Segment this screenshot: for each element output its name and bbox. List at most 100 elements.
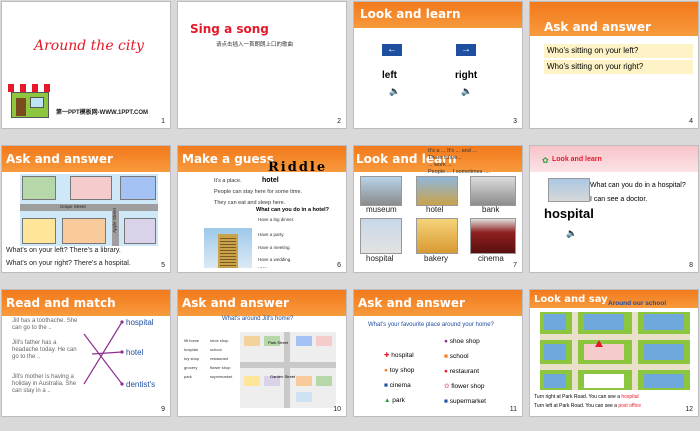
slide-thumbnail-3[interactable]: Look and learn ← → left right 🔈 🔈 3 bbox=[354, 2, 522, 128]
school-icon: ■ bbox=[444, 353, 448, 360]
label-cinema: cinema bbox=[478, 254, 504, 263]
shop-illustration bbox=[8, 84, 50, 118]
answer-hotel: hotel bbox=[262, 177, 279, 184]
clue-2: People can stay here for some time. bbox=[214, 189, 303, 195]
highlight-hospital: hospital bbox=[621, 394, 639, 400]
speaker-icon: 🔈 bbox=[566, 228, 578, 238]
park-icon: ▲ bbox=[384, 397, 391, 404]
legend-item: grocery bbox=[184, 365, 198, 370]
word-hospital: hospital bbox=[544, 206, 594, 221]
flower-icon: ✿ bbox=[542, 156, 549, 165]
right-arrow-icon: → bbox=[456, 44, 476, 56]
answer-1: Have a big dinner. bbox=[258, 217, 295, 222]
highlight-post-office: post office bbox=[618, 403, 642, 409]
street-label: Grape Street bbox=[60, 204, 86, 209]
slide-thumbnail-4[interactable]: Ask and answer Who's sitting on your lef… bbox=[530, 2, 698, 128]
street-map bbox=[20, 174, 158, 246]
map-subtitle: Around our school bbox=[608, 300, 667, 307]
direction-text: Turn right at Park Road. You can see a bbox=[534, 394, 622, 400]
speaker-icon: 🔈 bbox=[461, 86, 473, 96]
slide-number: 7 bbox=[513, 262, 517, 269]
slide-thumbnail-8[interactable]: ✿ Look and learn What can you do in a ho… bbox=[530, 146, 698, 272]
riddle-heading: Riddle bbox=[268, 160, 328, 175]
slide-number: 9 bbox=[161, 406, 165, 413]
slide-title: Ask and answer bbox=[6, 152, 113, 166]
slide-thumbnail-2[interactable]: Sing a song 请点击插入一首朗朗上口的歌曲 2 bbox=[178, 2, 346, 128]
legend-item: shoe shop bbox=[210, 338, 229, 343]
toy-icon: ● bbox=[384, 367, 388, 374]
legend-item: lift home bbox=[184, 338, 200, 343]
slide-thumbnail-1[interactable]: Around the city 第一PPT模板网-WWW.1PPT.COM 1 bbox=[2, 2, 170, 128]
question-2: Who's sitting on your right? bbox=[544, 60, 693, 74]
legend-item: restaurant bbox=[210, 356, 229, 361]
school-map bbox=[540, 312, 690, 390]
slide-number: 8 bbox=[689, 262, 693, 269]
prompt-4: People ... I sometimes .... bbox=[428, 169, 491, 175]
slide-title: Ask and answer bbox=[358, 296, 465, 310]
slide-number: 4 bbox=[689, 118, 693, 125]
slide-number: 5 bbox=[161, 262, 165, 269]
label-hotel: hotel bbox=[426, 205, 444, 214]
hospital-icon: ✚ bbox=[384, 352, 390, 359]
word-dentists: dentist's bbox=[126, 380, 156, 389]
restaurant-icon: ● bbox=[444, 368, 448, 375]
prompt-1: It's a ... It's ... and ... bbox=[428, 148, 477, 154]
slide-thumbnail-7[interactable]: Look and learn It's a ... It's ... and .… bbox=[354, 146, 522, 272]
direction-text: Turn left at Park Road. You can see a bbox=[534, 403, 619, 409]
slide-number: 1 bbox=[161, 118, 165, 125]
shoe-icon: ● bbox=[444, 338, 448, 345]
place-item: supermarket bbox=[449, 398, 486, 405]
slide-number: 3 bbox=[513, 118, 517, 125]
slide-title: Look and learn bbox=[552, 156, 602, 163]
legend-item: hospital bbox=[184, 347, 198, 352]
place-item: restaurant bbox=[449, 368, 480, 375]
place-column-1: ✚ hospital ● toy shop ■ cinema ▲ park bbox=[384, 348, 414, 408]
slide-thumbnail-10[interactable]: Ask and answer What's around Jill's home… bbox=[178, 290, 346, 416]
cinema-photo bbox=[470, 218, 516, 254]
slide-number: 10 bbox=[333, 406, 341, 413]
answer-ellipsis: ...... bbox=[258, 264, 268, 270]
place-item: shoe shop bbox=[449, 338, 480, 345]
slide-thumbnail-5[interactable]: Ask and answer Grape Street Apple Street… bbox=[2, 146, 170, 272]
map-question: What's around Jill's home? bbox=[222, 316, 294, 322]
site-label: 第一PPT模板网-WWW.1PPT.COM bbox=[56, 110, 148, 116]
prompt-3: ... work ... bbox=[428, 162, 452, 168]
word-hospital: hospital bbox=[126, 318, 154, 327]
slide-number: 6 bbox=[337, 262, 341, 269]
legend-item: supermarket bbox=[210, 374, 233, 379]
slide-thumbnail-6[interactable]: Make a guess Riddle hotel It's a place. … bbox=[178, 146, 346, 272]
hotel-question: What can you do in a hotel? bbox=[256, 207, 330, 213]
museum-photo bbox=[360, 176, 402, 206]
label-hospital: hospital bbox=[366, 254, 394, 263]
slide-thumbnail-12[interactable]: Look and say Around our school Turn righ… bbox=[530, 290, 698, 416]
hospital-photo bbox=[548, 178, 590, 202]
legend-list-2: shoe shop school restaurant flower shop … bbox=[210, 336, 232, 381]
word-left: left bbox=[382, 70, 397, 81]
slide-thumbnail-11[interactable]: Ask and answer What's your favourite pla… bbox=[354, 290, 522, 416]
direction-line-2: Turn left at Park Road. You can see a po… bbox=[534, 403, 641, 409]
match-lines bbox=[83, 320, 124, 386]
clue-1: It's a place. bbox=[214, 178, 242, 184]
word-hotel: hotel bbox=[126, 348, 144, 357]
label-museum: museum bbox=[366, 205, 397, 214]
slide-title: Ask and answer bbox=[182, 296, 289, 310]
slide-thumbnail-9[interactable]: Read and match Jill has a toothache. She… bbox=[2, 290, 170, 416]
slide-sorter: Around the city 第一PPT模板网-WWW.1PPT.COM 1 … bbox=[0, 0, 700, 431]
word-right: right bbox=[455, 70, 478, 81]
slide-subtitle: 请点击插入一首朗朗上口的歌曲 bbox=[216, 42, 294, 48]
slide-title: Sing a song bbox=[190, 22, 269, 36]
slide-number: 11 bbox=[509, 406, 517, 413]
slide-title: Around the city bbox=[34, 38, 144, 54]
legend-list-1: lift home hospital toy shop grocery park bbox=[184, 336, 199, 381]
cinema-icon: ■ bbox=[384, 382, 388, 389]
flower-icon: ✿ bbox=[444, 383, 450, 390]
legend-item: park bbox=[184, 374, 192, 379]
hospital-answer: I can see a doctor. bbox=[590, 196, 648, 203]
place-item: toy shop bbox=[389, 367, 415, 374]
bank-photo bbox=[470, 176, 516, 206]
place-column-2: ● shoe shop ■ school ● restaurant ✿ flow… bbox=[444, 334, 486, 409]
answer-3: Have a meeting. bbox=[258, 245, 291, 250]
place-item: park bbox=[392, 397, 405, 404]
prompt-2: There is/are... bbox=[428, 155, 462, 161]
legend-item: flower shop bbox=[210, 365, 231, 370]
